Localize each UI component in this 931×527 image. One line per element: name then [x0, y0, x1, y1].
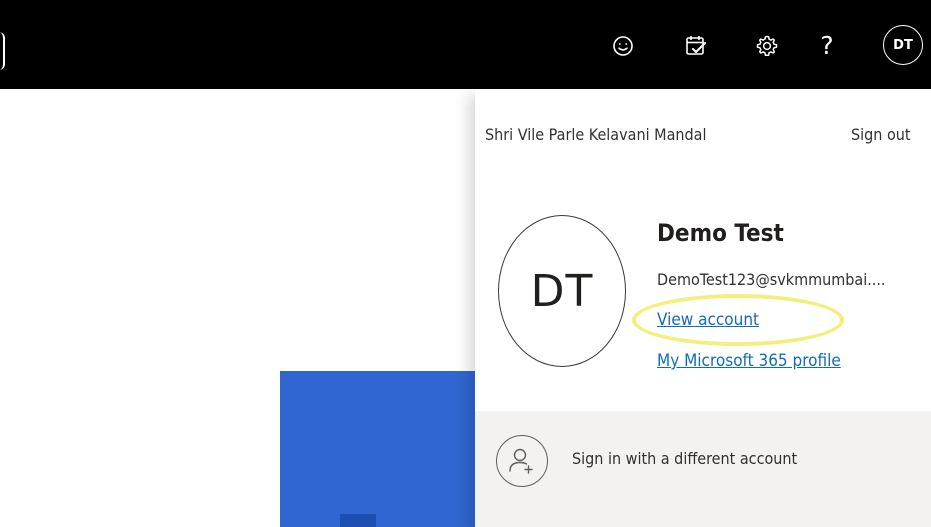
help-icon[interactable]: ?	[813, 30, 841, 62]
microsoft-365-profile-link[interactable]: My Microsoft 365 profile	[657, 351, 841, 371]
user-display-name: Demo Test	[657, 219, 784, 247]
sign-in-different-account-button[interactable]: Sign in with a different account	[475, 411, 931, 511]
account-avatar-button[interactable]: DT	[883, 25, 923, 65]
settings-gear-icon[interactable]	[753, 30, 781, 62]
feedback-smiley-icon[interactable]	[609, 30, 637, 62]
top-header-bar: ? DT	[0, 0, 931, 89]
organization-name: Shri Vile Parle Kelavani Mandal	[485, 125, 707, 144]
help-glyph: ?	[820, 31, 834, 60]
view-account-link[interactable]: View account	[657, 310, 759, 330]
background-tile-icon	[340, 514, 376, 527]
user-avatar-initials: DT	[530, 265, 594, 317]
panel-footer: Sign in with a different account	[475, 411, 931, 527]
my-day-calendar-icon[interactable]	[682, 30, 710, 62]
sign-in-different-account-label: Sign in with a different account	[572, 449, 798, 468]
account-avatar-initials: DT	[893, 37, 913, 53]
user-email: DemoTest123@svkmmumbai....	[657, 270, 886, 289]
account-manager-panel: Shri Vile Parle Kelavani Mandal Sign out…	[475, 89, 931, 527]
sign-out-button[interactable]: Sign out	[851, 125, 911, 144]
add-person-icon	[496, 435, 548, 487]
user-avatar: DT	[498, 215, 626, 367]
app-launcher-edge[interactable]	[0, 32, 5, 70]
